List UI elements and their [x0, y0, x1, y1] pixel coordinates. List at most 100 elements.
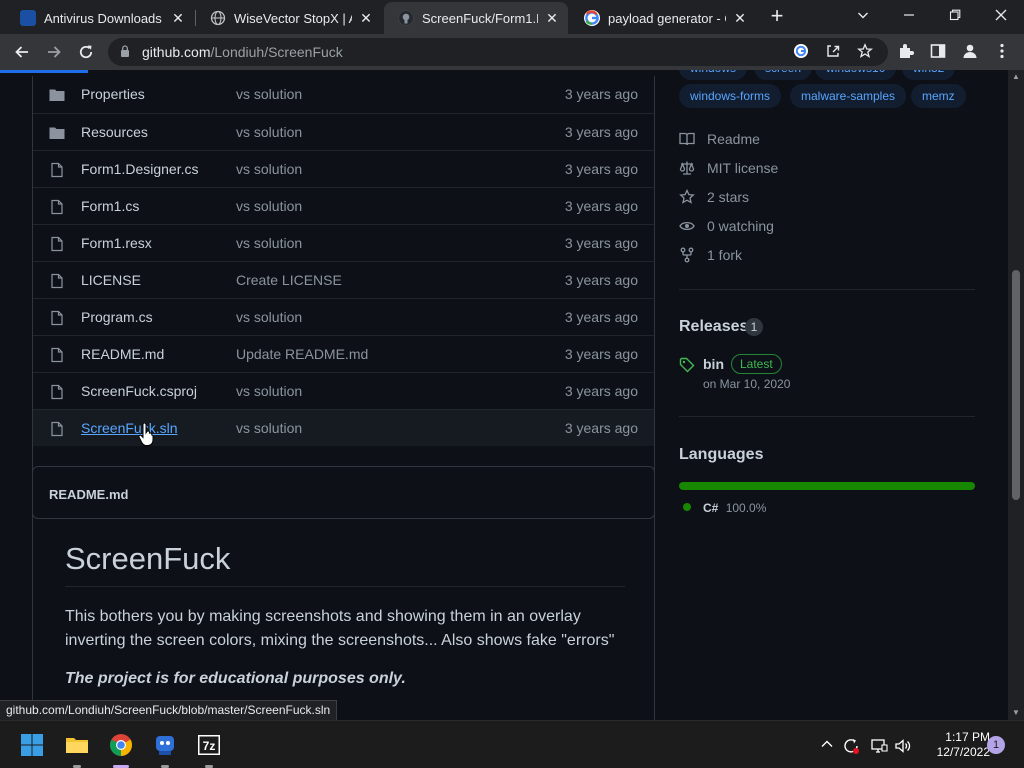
scrollbar-thumb[interactable]: [1012, 270, 1020, 500]
forward-button[interactable]: [42, 40, 66, 64]
file-row[interactable]: LICENSE Create LICENSE 3 years ago: [33, 261, 654, 298]
tag-icon: [679, 357, 695, 373]
scroll-down-arrow-icon[interactable]: ▼: [1008, 706, 1024, 720]
commit-message-link[interactable]: Create LICENSE: [236, 272, 342, 288]
restore-button[interactable]: [932, 0, 978, 30]
topic-tag[interactable]: screen: [754, 70, 813, 80]
close-icon[interactable]: ✕: [544, 10, 560, 26]
commit-message-link[interactable]: vs solution: [236, 383, 302, 399]
minimize-button[interactable]: [886, 0, 932, 30]
share-icon[interactable]: [824, 43, 842, 61]
topic-tag[interactable]: malware-samples: [790, 84, 907, 108]
file-name-link[interactable]: Form1.cs: [81, 198, 139, 214]
topic-tag[interactable]: windows10: [815, 70, 897, 80]
tab-strip: Antivirus Downloads ✕ WiseVector StopX |…: [0, 0, 1024, 34]
close-icon[interactable]: ✕: [732, 10, 748, 26]
taskbar-clock[interactable]: 1:17 PM 12/7/2022: [920, 730, 990, 760]
file-name-link[interactable]: ScreenFuck.sln: [81, 420, 177, 436]
releases-heading[interactable]: Releases: [679, 318, 748, 336]
file-row[interactable]: ScreenFuck.sln vs solution 3 years ago: [33, 409, 654, 446]
release-name[interactable]: bin: [703, 356, 724, 372]
commit-message-link[interactable]: vs solution: [236, 235, 302, 251]
language-color-dot: [683, 503, 691, 511]
file-row[interactable]: Form1.resx vs solution 3 years ago: [33, 224, 654, 261]
windows-start-icon[interactable]: [20, 733, 44, 757]
language-bar: [679, 482, 975, 490]
file-icon: [51, 236, 63, 252]
sidebar-divider: [679, 416, 975, 417]
commit-message-link[interactable]: vs solution: [236, 420, 302, 436]
google-lens-icon[interactable]: [792, 43, 810, 61]
url-text: github.com/Londiuh/ScreenFuck: [142, 44, 343, 60]
language-entry[interactable]: C# 100.0%: [703, 501, 766, 515]
new-tab-button[interactable]: +: [765, 5, 789, 29]
profile-icon[interactable]: [960, 42, 980, 62]
close-icon[interactable]: ✕: [170, 10, 186, 26]
tab-title: WiseVector StopX | AI-P: [234, 10, 352, 26]
commit-message-link[interactable]: vs solution: [236, 86, 302, 102]
topic-tag[interactable]: memz: [911, 84, 966, 108]
file-row[interactable]: Resources vs solution 3 years ago: [33, 113, 654, 150]
network-icon[interactable]: [870, 737, 888, 755]
page-scrollbar[interactable]: ▲ ▼: [1008, 70, 1024, 720]
file-row[interactable]: ScreenFuck.csproj vs solution 3 years ago: [33, 372, 654, 409]
tab-title: ScreenFuck/Form1.Des: [422, 10, 538, 26]
file-name-link[interactable]: Form1.resx: [81, 235, 152, 251]
commit-message-link[interactable]: vs solution: [236, 309, 302, 325]
readme-note: The project is for educational purposes …: [65, 670, 406, 687]
address-bar[interactable]: github.com/Londiuh/ScreenFuck: [108, 38, 888, 66]
readme-title: ScreenFuck: [65, 541, 231, 576]
security-alert-icon[interactable]: [842, 737, 860, 755]
commit-message-link[interactable]: vs solution: [236, 124, 302, 140]
tab-screenfuck[interactable]: ScreenFuck/Form1.Des ✕: [384, 2, 568, 34]
file-name-link[interactable]: ScreenFuck.csproj: [81, 383, 197, 399]
file-icon: [51, 421, 63, 437]
chrome-icon[interactable]: [109, 733, 133, 757]
commit-message-link[interactable]: vs solution: [236, 161, 302, 177]
file-row[interactable]: Program.cs vs solution 3 years ago: [33, 298, 654, 335]
file-name-link[interactable]: Resources: [81, 124, 148, 140]
back-button[interactable]: [10, 40, 34, 64]
readme-header[interactable]: README.md: [49, 487, 128, 502]
notification-badge[interactable]: 1: [987, 736, 1005, 754]
commit-age: 3 years ago: [564, 272, 638, 288]
file-name-link[interactable]: Properties: [81, 86, 145, 102]
file-row[interactable]: Form1.cs vs solution 3 years ago: [33, 187, 654, 224]
file-row[interactable]: README.md Update README.md 3 years ago: [33, 335, 654, 372]
file-name-link[interactable]: Program.cs: [81, 309, 153, 325]
clock-time: 1:17 PM: [945, 730, 990, 744]
topic-tag[interactable]: windows: [679, 70, 748, 80]
fork-icon: [680, 247, 694, 263]
tab-payload-generator[interactable]: payload generator - Gu ✕: [570, 2, 756, 34]
tab-antivirus-downloads[interactable]: Antivirus Downloads ✕: [6, 2, 194, 34]
scroll-up-arrow-icon[interactable]: ▲: [1008, 70, 1024, 84]
file-row[interactable]: Form1.Designer.cs vs solution 3 years ago: [33, 150, 654, 187]
reload-button[interactable]: [74, 40, 98, 64]
file-row[interactable]: Properties vs solution 3 years ago: [33, 76, 654, 113]
google-icon: [584, 10, 600, 26]
file-name-link[interactable]: LICENSE: [81, 272, 141, 288]
file-explorer-icon[interactable]: [65, 733, 89, 757]
menu-icon[interactable]: [992, 42, 1012, 62]
topic-tag[interactable]: windows-forms: [679, 84, 782, 108]
commit-age: 3 years ago: [564, 124, 638, 140]
extensions-icon[interactable]: [896, 42, 916, 62]
tab-wisevector[interactable]: WiseVector StopX | AI-P ✕: [196, 2, 382, 34]
tab-search-button[interactable]: [840, 0, 886, 30]
file-icon: [51, 273, 63, 289]
topic-tag[interactable]: win32: [902, 70, 956, 80]
volume-icon[interactable]: [894, 737, 912, 755]
tray-overflow-chevron-icon[interactable]: [818, 737, 836, 755]
close-icon[interactable]: ✕: [358, 10, 374, 26]
antivirus-app-icon[interactable]: [153, 733, 177, 757]
close-window-button[interactable]: [978, 0, 1024, 30]
readme-description: This bothers you by making screenshots a…: [65, 608, 615, 649]
file-name-link[interactable]: Form1.Designer.cs: [81, 161, 198, 177]
commit-message-link[interactable]: Update README.md: [236, 346, 368, 362]
side-panel-icon[interactable]: [928, 42, 948, 62]
commit-message-link[interactable]: vs solution: [236, 198, 302, 214]
bookmark-star-icon[interactable]: [856, 43, 874, 61]
commit-age: 3 years ago: [564, 346, 638, 362]
file-name-link[interactable]: README.md: [81, 346, 164, 362]
7zip-icon[interactable]: 7z: [197, 733, 221, 757]
